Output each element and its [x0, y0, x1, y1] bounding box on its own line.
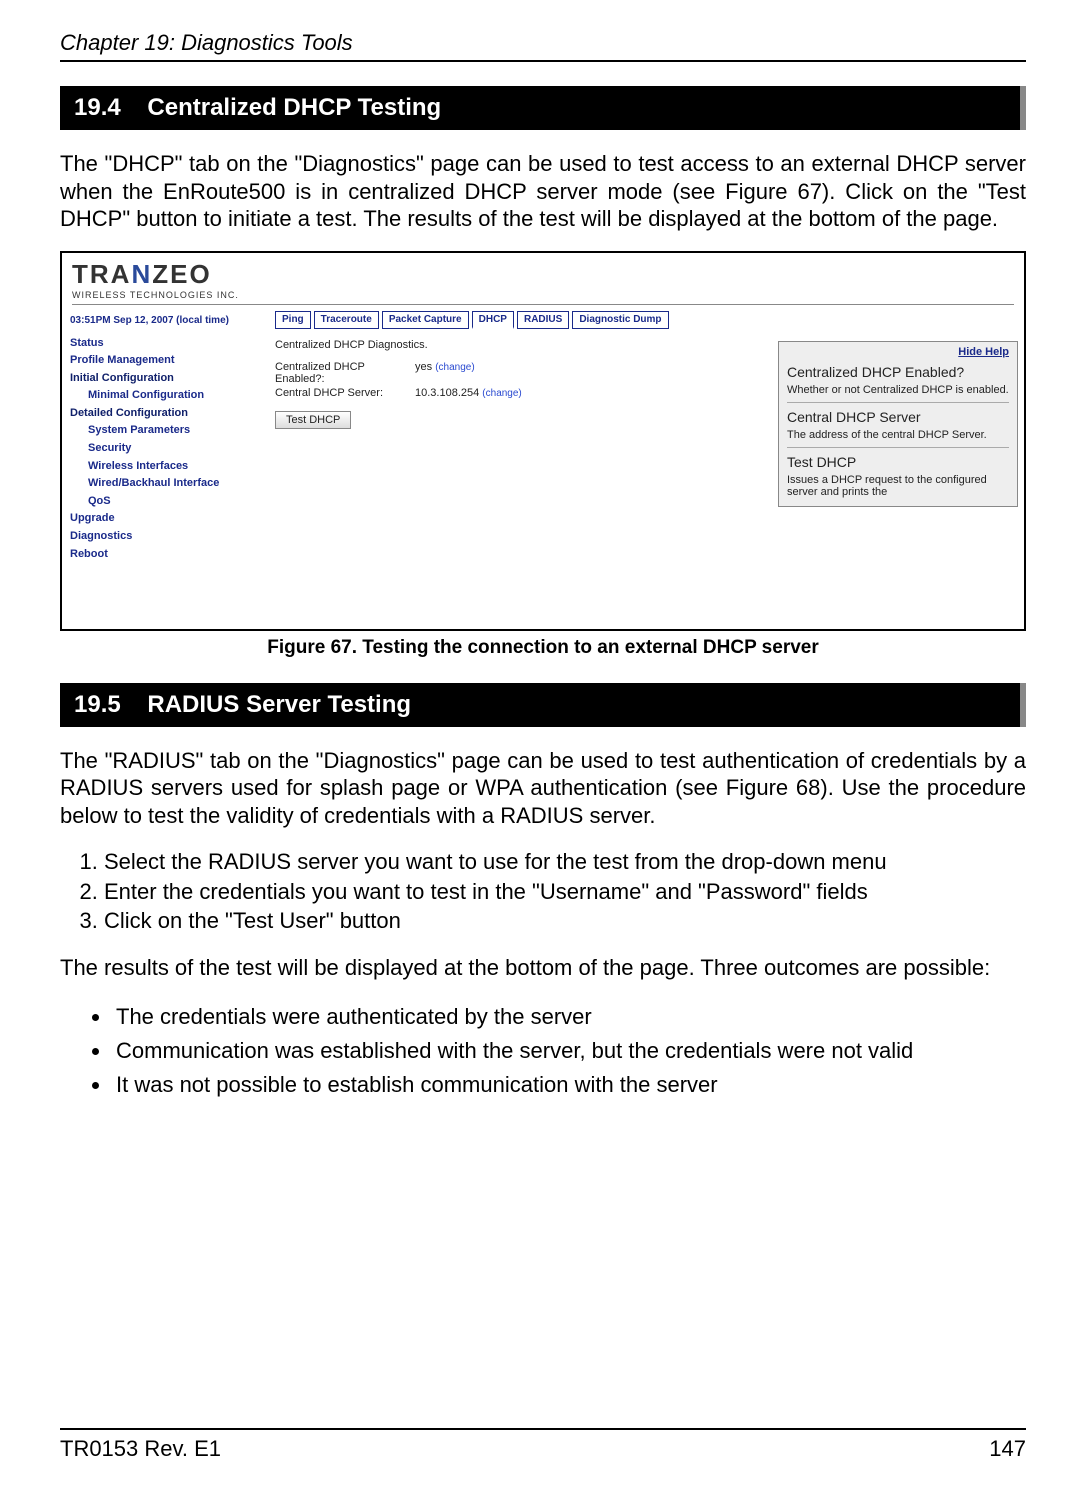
footer-left: TR0153 Rev. E1 [60, 1436, 221, 1462]
logo-mid: N [131, 259, 152, 289]
tab-radius[interactable]: RADIUS [517, 311, 569, 329]
section-heading-19-5: 19.5 RADIUS Server Testing [60, 683, 1026, 727]
value-text: yes [415, 361, 432, 373]
footer-rule [60, 1428, 1026, 1430]
sidebar-item[interactable]: Diagnostics [70, 528, 263, 546]
figure-67-screenshot: TRANZEO WIRELESS TECHNOLOGIES INC. 03:51… [60, 251, 1026, 631]
sidebar-item[interactable]: Status [70, 335, 263, 353]
list-item: Enter the credentials you want to test i… [104, 877, 1026, 907]
page-number: 147 [989, 1436, 1026, 1462]
logo: TRANZEO [72, 259, 212, 289]
help-text: Whether or not Centralized DHCP is enabl… [787, 384, 1009, 396]
list-item: Select the RADIUS server you want to use… [104, 847, 1026, 877]
logo-post: ZEO [152, 259, 211, 289]
sidebar: 03:51PM Sep 12, 2007 (local time) Status… [62, 307, 267, 623]
sidebar-item[interactable]: Profile Management [70, 352, 263, 370]
tab-bar: Ping Traceroute Packet Capture DHCP RADI… [275, 311, 1016, 329]
tab-diagnostic-dump[interactable]: Diagnostic Dump [572, 311, 668, 329]
list-item: The credentials were authenticated by th… [112, 1000, 1026, 1034]
sidebar-item[interactable]: Wireless Interfaces [70, 458, 263, 476]
hide-help-link[interactable]: Hide Help [787, 346, 1009, 358]
section-19-5-paragraph-1: The "RADIUS" tab on the "Diagnostics" pa… [60, 747, 1026, 830]
kv-label: Centralized DHCP Enabled?: [275, 361, 415, 385]
help-heading: Test DHCP [787, 454, 1009, 470]
section-number: 19.4 [74, 94, 121, 121]
sidebar-item[interactable]: Minimal Configuration [70, 387, 263, 405]
figure-caption: Figure 67. Testing the connection to an … [60, 637, 1026, 659]
sidebar-item[interactable]: System Parameters [70, 422, 263, 440]
list-item: It was not possible to establish communi… [112, 1068, 1026, 1102]
section-19-4-paragraph: The "DHCP" tab on the "Diagnostics" page… [60, 150, 1026, 233]
kv-value: yes (change) [415, 361, 475, 385]
procedure-list: Select the RADIUS server you want to use… [104, 847, 1026, 936]
sidebar-item[interactable]: Initial Configuration [70, 370, 263, 388]
sidebar-item[interactable]: Wired/Backhaul Interface [70, 475, 263, 493]
change-link[interactable]: (change) [435, 362, 474, 373]
tab-dhcp[interactable]: DHCP [472, 311, 514, 329]
tab-ping[interactable]: Ping [275, 311, 311, 329]
help-divider [787, 447, 1009, 448]
list-item: Communication was established with the s… [112, 1034, 1026, 1068]
chapter-title: Chapter 19: Diagnostics Tools [60, 30, 1026, 56]
section-title: RADIUS Server Testing [147, 691, 411, 718]
kv-value: 10.3.108.254 (change) [415, 387, 522, 399]
section-19-5-paragraph-2: The results of the test will be displaye… [60, 954, 1026, 982]
page-footer: TR0153 Rev. E1 147 [60, 1398, 1026, 1462]
help-heading: Centralized DHCP Enabled? [787, 364, 1009, 380]
help-heading: Central DHCP Server [787, 409, 1009, 425]
help-text: Issues a DHCP request to the configured … [787, 474, 1009, 498]
outcomes-list: The credentials were authenticated by th… [104, 1000, 1026, 1102]
kv-label: Central DHCP Server: [275, 387, 415, 399]
help-divider [787, 402, 1009, 403]
sidebar-item[interactable]: Detailed Configuration [70, 405, 263, 423]
logo-divider [72, 304, 1014, 305]
section-heading-19-4: 19.4 Centralized DHCP Testing [60, 86, 1026, 130]
main-content: Ping Traceroute Packet Capture DHCP RADI… [267, 307, 1024, 623]
help-text: The address of the central DHCP Server. [787, 429, 1009, 441]
tab-packet-capture[interactable]: Packet Capture [382, 311, 469, 329]
value-text: 10.3.108.254 [415, 387, 479, 399]
section-title: Centralized DHCP Testing [147, 94, 441, 121]
timestamp: 03:51PM Sep 12, 2007 (local time) [70, 313, 263, 329]
help-panel: Hide Help Centralized DHCP Enabled? Whet… [778, 341, 1018, 507]
sidebar-item[interactable]: Reboot [70, 546, 263, 564]
sidebar-item[interactable]: Security [70, 440, 263, 458]
test-dhcp-button[interactable]: Test DHCP [275, 411, 351, 429]
tab-traceroute[interactable]: Traceroute [314, 311, 379, 329]
logo-pre: TRA [72, 259, 131, 289]
header-rule [60, 60, 1026, 62]
list-item: Click on the "Test User" button [104, 906, 1026, 936]
sidebar-item[interactable]: QoS [70, 493, 263, 511]
logo-area: TRANZEO WIRELESS TECHNOLOGIES INC. [62, 253, 1024, 307]
logo-subtitle: WIRELESS TECHNOLOGIES INC. [72, 290, 1014, 300]
section-number: 19.5 [74, 691, 121, 718]
change-link[interactable]: (change) [482, 388, 521, 399]
sidebar-item[interactable]: Upgrade [70, 510, 263, 528]
